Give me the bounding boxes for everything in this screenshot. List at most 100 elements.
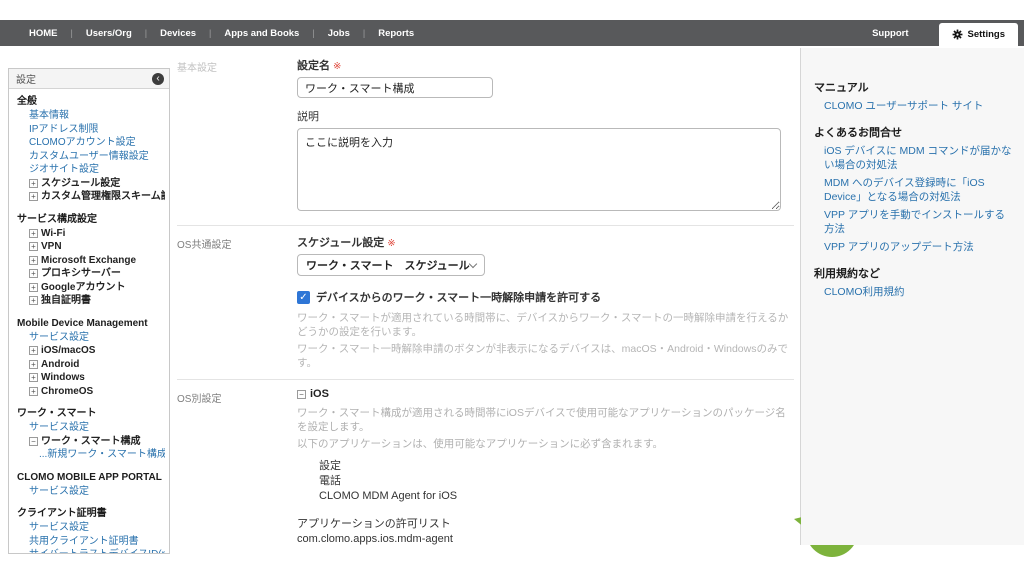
- sidebar-item[interactable]: サービス設定: [17, 521, 165, 535]
- collapse-minus-icon[interactable]: −: [29, 437, 38, 446]
- nav-item-devices[interactable]: Devices: [147, 28, 209, 39]
- unlock-request-label: デバイスからのワーク・スマート一時解除申請を許可する: [316, 289, 601, 305]
- nav-item-apps-and-books[interactable]: Apps and Books: [211, 28, 312, 39]
- sidebar-item[interactable]: +iOS/macOS: [17, 344, 165, 358]
- allowlist-item: com.clomo.apps.ios.mdm-agent: [297, 533, 794, 545]
- tab-settings[interactable]: Settings: [939, 23, 1018, 46]
- sidebar-item[interactable]: +スケジュール設定: [17, 177, 165, 191]
- nav-item-home[interactable]: HOME: [16, 28, 71, 39]
- sidebar-item-label: ...新規ワーク・スマート構成を...: [39, 448, 165, 462]
- sidebar-item[interactable]: +プロキシサーバー: [17, 267, 165, 281]
- collapse-minus-icon[interactable]: −: [297, 390, 306, 399]
- required-mark: ※: [387, 238, 395, 249]
- sidebar-item[interactable]: サイバートラストデバイスID(pilot)...: [17, 548, 165, 554]
- nav-item-users-org[interactable]: Users/Org: [73, 28, 145, 39]
- sidebar-group-title: ワーク・スマート: [17, 407, 165, 420]
- os-common-section-row: OS共通設定 スケジュール設定※ ワーク・スマート スケジュール ✓ デバイスか…: [177, 234, 794, 370]
- sidebar-item-label: カスタムユーザー情報設定: [29, 150, 149, 164]
- help-link[interactable]: iOS デバイスに MDM コマンドが届かない場合の対処法: [814, 144, 1012, 172]
- help-link[interactable]: CLOMO利用規約: [814, 285, 1012, 299]
- sidebar-group: ワーク・スマートサービス設定−ワーク・スマート構成...新規ワーク・スマート構成…: [17, 407, 165, 462]
- sidebar-item-label: iOS/macOS: [41, 344, 95, 358]
- sidebar-item-label: サービス設定: [29, 485, 89, 499]
- expand-plus-icon[interactable]: +: [29, 256, 38, 265]
- sidebar-group-title: 全般: [17, 95, 165, 108]
- sidebar-item-label: 共用クライアント証明書: [29, 535, 139, 549]
- chevron-down-icon: [469, 259, 477, 267]
- expand-plus-icon[interactable]: +: [29, 229, 38, 238]
- unlock-request-checkbox[interactable]: ✓: [297, 291, 310, 304]
- sidebar-item[interactable]: サービス設定: [17, 331, 165, 345]
- section-divider: [177, 225, 794, 226]
- sidebar-item[interactable]: ジオサイト設定: [17, 163, 165, 177]
- sidebar-item[interactable]: +Android: [17, 358, 165, 372]
- os-specific-section-label: OS別設定: [177, 388, 297, 545]
- help-sidebar: マニュアルCLOMO ユーザーサポート サイトよくあるお問合せiOS デバイスに…: [801, 48, 1024, 545]
- sidebar-item-label: Microsoft Exchange: [41, 254, 136, 268]
- allowlist-items: com.clomo.apps.ios.mdm-agent: [297, 533, 794, 545]
- sidebar-item[interactable]: +Microsoft Exchange: [17, 254, 165, 268]
- config-name-input[interactable]: [297, 77, 493, 98]
- nav-item-reports[interactable]: Reports: [365, 28, 427, 39]
- basic-section-row: 基本設定 設定名※ 説明 ここに説明を入力: [177, 57, 794, 216]
- sidebar-header: 設定 ‹: [9, 69, 169, 89]
- sidebar-item-label: カスタム管理権限スキーム設定: [41, 190, 165, 204]
- help-link[interactable]: CLOMO ユーザーサポート サイト: [814, 99, 1012, 113]
- sidebar-item-label: 独自証明書: [41, 294, 91, 308]
- sidebar-item-label: Wi-Fi: [41, 227, 65, 241]
- expand-plus-icon[interactable]: +: [29, 269, 38, 278]
- expand-plus-icon[interactable]: +: [29, 192, 38, 201]
- expand-plus-icon[interactable]: +: [29, 283, 38, 292]
- sidebar-item[interactable]: +ChromeOS: [17, 385, 165, 399]
- sidebar-item-label: VPN: [41, 240, 62, 254]
- sidebar-item[interactable]: +Googleアカウント: [17, 281, 165, 295]
- help-section: 利用規約などCLOMO利用規約: [814, 265, 1012, 299]
- unlock-help-text-1: ワーク・スマートが適用されている時間帯に、デバイスからワーク・スマートの一時解除…: [297, 311, 794, 339]
- help-link[interactable]: MDM へのデバイス登録時に「iOS Device」となる場合の対処法: [814, 176, 1012, 204]
- sidebar-item-label: Googleアカウント: [41, 281, 125, 295]
- sidebar-item[interactable]: +Windows: [17, 371, 165, 385]
- sidebar-item[interactable]: +Wi-Fi: [17, 227, 165, 241]
- sidebar-item[interactable]: カスタムユーザー情報設定: [17, 150, 165, 164]
- sidebar-item-label: サービス設定: [29, 421, 89, 435]
- sidebar-group-title: CLOMO MOBILE APP PORTAL: [17, 471, 165, 484]
- expand-plus-icon[interactable]: +: [29, 296, 38, 305]
- sidebar-item[interactable]: CLOMOアカウント設定: [17, 136, 165, 150]
- sidebar-item[interactable]: +カスタム管理権限スキーム設定: [17, 190, 165, 204]
- nav-item-jobs[interactable]: Jobs: [315, 28, 363, 39]
- top-nav-items: HOME|Users/Org|Devices|Apps and Books|Jo…: [16, 20, 427, 46]
- description-label: 説明: [297, 108, 794, 124]
- expand-plus-icon[interactable]: +: [29, 373, 38, 382]
- expand-plus-icon[interactable]: +: [29, 179, 38, 188]
- sidebar-item[interactable]: 基本情報: [17, 109, 165, 123]
- expand-plus-icon[interactable]: +: [29, 346, 38, 355]
- sidebar-item[interactable]: ...新規ワーク・スマート構成を...: [17, 448, 165, 462]
- sidebar-item-label: ジオサイト設定: [29, 163, 99, 177]
- description-textarea[interactable]: ここに説明を入力: [297, 128, 781, 211]
- section-divider: [177, 379, 794, 380]
- sidebar-item[interactable]: −ワーク・スマート構成: [17, 435, 165, 449]
- ios-node-label: iOS: [310, 388, 329, 400]
- sidebar-item[interactable]: 共用クライアント証明書: [17, 535, 165, 549]
- sidebar-item-label: プロキシサーバー: [41, 267, 121, 281]
- sidebar-item[interactable]: サービス設定: [17, 485, 165, 499]
- help-section-title: よくあるお問合せ: [814, 124, 1012, 140]
- unlock-request-check-row: ✓ デバイスからのワーク・スマート一時解除申請を許可する: [297, 289, 794, 305]
- expand-plus-icon[interactable]: +: [29, 387, 38, 396]
- expand-plus-icon[interactable]: +: [29, 242, 38, 251]
- allowlist-label: アプリケーションの許可リスト: [297, 515, 794, 531]
- sidebar-item[interactable]: IPアドレス制限: [17, 123, 165, 137]
- sidebar-item[interactable]: サービス設定: [17, 421, 165, 435]
- nav-support[interactable]: Support: [850, 28, 930, 39]
- help-link[interactable]: VPP アプリを手動でインストールする方法: [814, 208, 1012, 236]
- schedule-select[interactable]: ワーク・スマート スケジュール: [297, 254, 485, 276]
- help-link[interactable]: VPP アプリのアップデート方法: [814, 240, 1012, 254]
- sidebar-item[interactable]: +VPN: [17, 240, 165, 254]
- sidebar-item[interactable]: +独自証明書: [17, 294, 165, 308]
- ios-tree-node[interactable]: − iOS: [297, 388, 794, 400]
- sidebar-item-label: ワーク・スマート構成: [41, 435, 141, 449]
- gear-icon: [952, 29, 963, 40]
- sidebar-group-title: サービス構成設定: [17, 213, 165, 226]
- expand-plus-icon[interactable]: +: [29, 360, 38, 369]
- collapse-sidebar-icon[interactable]: ‹: [152, 73, 164, 85]
